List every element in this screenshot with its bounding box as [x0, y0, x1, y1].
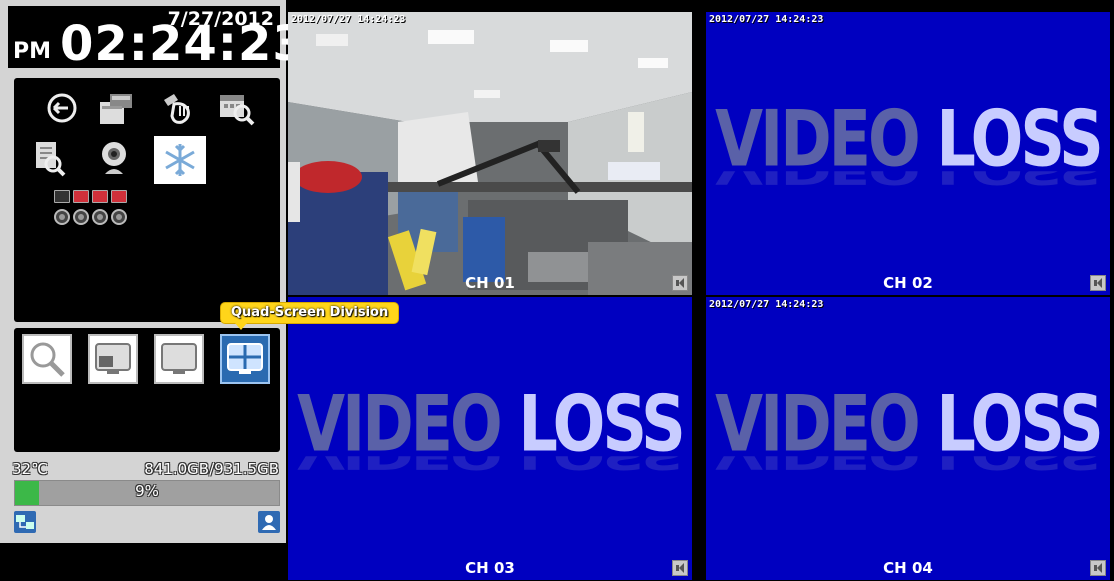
speaker-icon[interactable]: [1090, 560, 1106, 576]
freeze-icon[interactable]: [154, 136, 206, 184]
video-loss-text: VIDEO LOSS: [288, 380, 692, 468]
channel-label: CH 01: [465, 274, 515, 292]
ptz-control-icon[interactable]: [154, 86, 198, 130]
video-loss-reflection: VIDEO LOSS: [706, 171, 1110, 188]
quad-screen-button[interactable]: [220, 334, 270, 384]
reflection-word1: VIDEO: [715, 171, 918, 188]
schedule-search-icon[interactable]: [214, 86, 258, 130]
view-mode-panel: [14, 328, 280, 452]
speaker-icon[interactable]: [672, 275, 688, 291]
disk-capacity-readout: 841.0GB/931.5GB: [144, 460, 279, 478]
control-sidebar: 7/27/2012 PM 02:24:23 Quad-Screen Divisi…: [0, 0, 400, 581]
record-status-icon: [73, 190, 89, 203]
sidebar-footer: [0, 543, 286, 581]
camera-status-icon: [73, 209, 89, 225]
video-loss-reflection: VIDEO LOSS: [288, 456, 692, 473]
function-panel: [14, 78, 280, 322]
speaker-icon[interactable]: [1090, 275, 1106, 291]
video-loss-text: VIDEO LOSS: [706, 95, 1110, 183]
playback-icon[interactable]: [40, 86, 84, 130]
pip-icon: [95, 343, 131, 374]
temperature-readout: 32℃: [12, 460, 48, 478]
record-status-icon: [111, 190, 127, 203]
log-search-icon[interactable]: [28, 136, 72, 180]
pip-button[interactable]: [88, 334, 138, 384]
channel-1-view[interactable]: 2012/07/27 14:24:23 CH 01: [288, 12, 692, 295]
reflection-word2: LOSS: [518, 456, 683, 473]
network-icon[interactable]: [14, 511, 36, 533]
channel-label: CH 02: [883, 274, 933, 292]
record-status-row: [54, 190, 127, 203]
disk-usage-bar: 9%: [14, 480, 280, 506]
magnifier-icon: [30, 342, 65, 377]
user-icon[interactable]: [258, 511, 280, 533]
channel-2-view[interactable]: 2012/07/27 14:24:23 VIDEO LOSS VIDEO LOS…: [706, 12, 1110, 295]
channel-timestamp: 2012/07/27 14:24:23: [709, 14, 824, 25]
quad-screen-tooltip: Quad-Screen Division: [220, 302, 400, 330]
channel-label: CH 04: [883, 559, 933, 577]
channel-timestamp: 2012/07/27 14:24:23: [709, 299, 824, 310]
reflection-word2: LOSS: [936, 171, 1101, 188]
channel-label: CH 03: [465, 559, 515, 577]
monitor-icon: [161, 343, 197, 374]
reflection-word2: LOSS: [936, 456, 1101, 473]
clock-time: 02:24:23: [60, 16, 307, 72]
clock-display: 7/27/2012 PM 02:24:23: [8, 6, 306, 69]
monitor-status-icon: [54, 190, 70, 203]
channel-4-view[interactable]: 2012/07/27 14:24:23 VIDEO LOSS VIDEO LOS…: [706, 297, 1110, 580]
camera-status-icon: [111, 209, 127, 225]
disk-usage-label: 9%: [135, 482, 159, 500]
webcam-icon[interactable]: [92, 136, 136, 180]
camera-status-icon: [92, 209, 108, 225]
reflection-word1: VIDEO: [715, 456, 918, 473]
camera-status-row: [54, 209, 127, 225]
quad-grid-icon: [227, 343, 263, 374]
reflection-word1: VIDEO: [297, 456, 500, 473]
backup-icon[interactable]: [94, 86, 138, 130]
channel-timestamp: 2012/07/27 14:24:23: [291, 14, 406, 25]
camera-status-icon: [54, 209, 70, 225]
video-loss-text: VIDEO LOSS: [706, 380, 1110, 468]
zoom-button[interactable]: [22, 334, 72, 384]
video-loss-reflection: VIDEO LOSS: [706, 456, 1110, 473]
clock-ampm: PM: [13, 39, 52, 64]
office-camera-image: [288, 12, 692, 295]
record-status-icon: [92, 190, 108, 203]
speaker-icon[interactable]: [672, 560, 688, 576]
channel-3-view[interactable]: VIDEO LOSS VIDEO LOSS CH 03: [288, 297, 692, 580]
single-screen-button[interactable]: [154, 334, 204, 384]
